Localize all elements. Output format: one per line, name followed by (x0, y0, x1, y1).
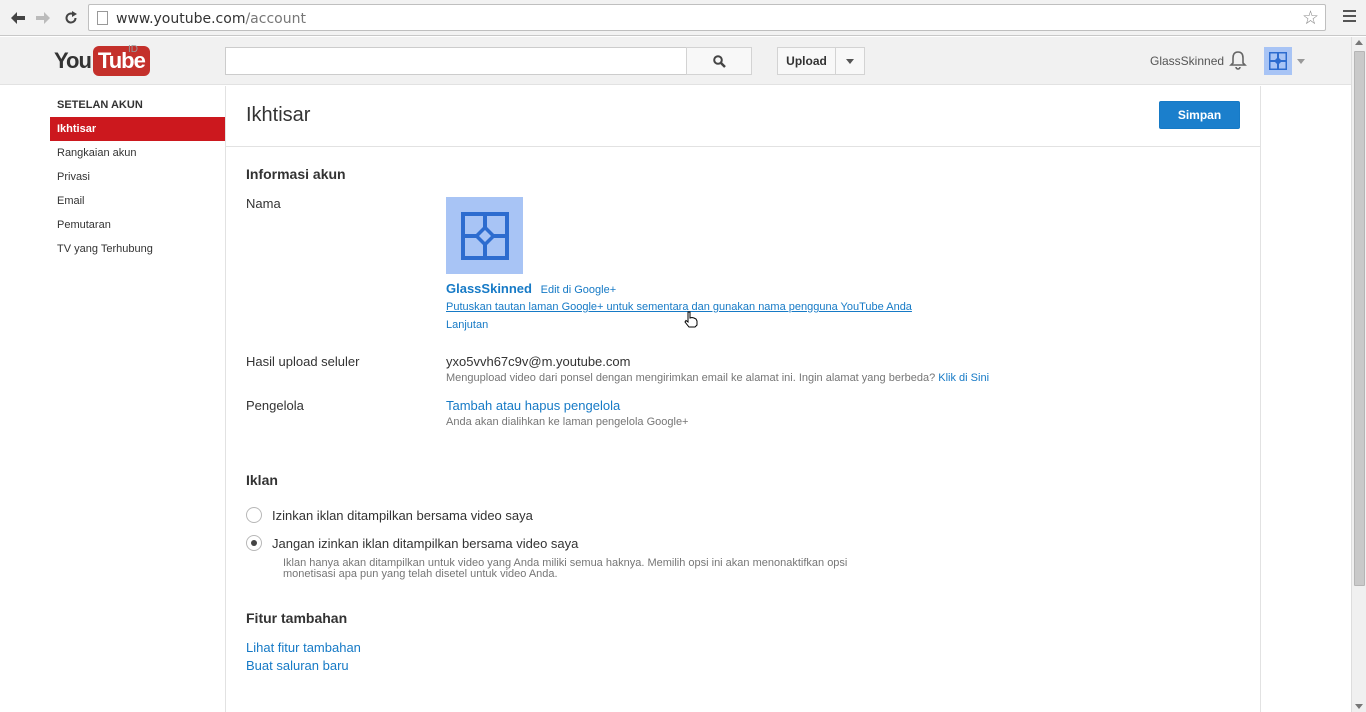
save-button[interactable]: Simpan (1159, 101, 1240, 129)
sidebar-item-connected-tv[interactable]: TV yang Terhubung (50, 237, 225, 261)
name-row: GlassSkinned Edit di Google+ (446, 281, 616, 296)
deny-ads-radio[interactable] (246, 535, 262, 551)
deny-ads-label[interactable]: Jangan izinkan iklan ditampilkan bersama… (272, 536, 578, 551)
click-here-link[interactable]: Klik di Sini (938, 372, 989, 384)
back-icon[interactable] (8, 8, 28, 28)
unlink-google-plus-link[interactable]: Putuskan tautan laman Google+ untuk seme… (446, 301, 912, 313)
browser-menu-icon[interactable] (1343, 10, 1356, 25)
account-menu-chevron-icon[interactable] (1297, 59, 1305, 64)
browser-toolbar: www.youtube.com/account ☆ (0, 0, 1366, 36)
mobile-upload-email: yxo5vvh67c9v@m.youtube.com (446, 354, 631, 369)
account-avatar-button[interactable] (1264, 47, 1292, 75)
name-label: Nama (246, 196, 281, 211)
search-input[interactable] (225, 47, 687, 75)
main-header: Ikhtisar Simpan (226, 86, 1260, 147)
extra-features-heading: Fitur tambahan (246, 610, 348, 626)
chevron-down-icon (846, 58, 854, 64)
page-scrollbar[interactable] (1351, 37, 1366, 712)
sidebar-heading: SETELAN AKUN (57, 99, 143, 111)
page-title: Ikhtisar (246, 104, 311, 126)
country-code: ID (128, 44, 138, 55)
sidebar-item-email[interactable]: Email (50, 189, 225, 213)
deny-ads-note: Iklan hanya akan ditampilkan untuk video… (283, 557, 848, 580)
account-avatar (446, 197, 523, 274)
allow-ads-label[interactable]: Izinkan iklan ditampilkan bersama video … (272, 508, 533, 523)
username-label[interactable]: GlassSkinned (1150, 54, 1224, 68)
bookmark-star-icon[interactable]: ☆ (1302, 7, 1319, 30)
edit-on-google-plus-link[interactable]: Edit di Google+ (541, 284, 617, 296)
search-icon (712, 54, 726, 68)
reload-icon[interactable] (61, 8, 81, 28)
search-button[interactable] (686, 47, 752, 75)
account-info-heading: Informasi akun (246, 166, 346, 182)
sidebar-item-connected-accounts[interactable]: Rangkaian akun (50, 141, 225, 165)
youtube-logo[interactable]: You Tube ID (54, 44, 150, 77)
advanced-link[interactable]: Lanjutan (446, 319, 488, 331)
hand-cursor-icon (684, 311, 698, 331)
upload-button[interactable]: Upload (777, 47, 836, 75)
notification-bell-icon[interactable] (1229, 50, 1247, 73)
sidebar-item-privacy[interactable]: Privasi (50, 165, 225, 189)
scrollbar-thumb[interactable] (1354, 51, 1365, 586)
main-content: Ikhtisar Simpan Informasi akun Nama Glas… (225, 86, 1261, 712)
scroll-up-icon[interactable] (1355, 40, 1363, 45)
mobile-upload-note: Mengupload video dari ponsel dengan meng… (446, 372, 990, 384)
scroll-down-icon[interactable] (1355, 704, 1363, 709)
address-bar[interactable]: www.youtube.com/account ☆ (88, 4, 1326, 31)
upload-dropdown-button[interactable] (835, 47, 865, 75)
managers-label: Pengelola (246, 398, 304, 413)
ads-heading: Iklan (246, 472, 278, 488)
mobile-upload-label: Hasil upload seluler (246, 354, 360, 369)
view-extra-features-link[interactable]: Lihat fitur tambahan (246, 640, 361, 655)
display-name-link[interactable]: GlassSkinned (446, 281, 532, 296)
url-text: www.youtube.com/account (116, 11, 306, 27)
create-channel-link[interactable]: Buat saluran baru (246, 658, 349, 673)
forward-icon[interactable] (33, 8, 53, 28)
settings-sidebar: SETELAN AKUN Ikhtisar Rangkaian akun Pri… (50, 86, 225, 261)
site-header: You Tube ID Upload GlassSkinned (0, 37, 1351, 85)
sidebar-item-overview[interactable]: Ikhtisar (50, 117, 225, 141)
page-icon (97, 11, 108, 25)
allow-ads-radio[interactable] (246, 507, 262, 523)
avatar-icon (460, 211, 509, 260)
sidebar-item-playback[interactable]: Pemutaran (50, 213, 225, 237)
managers-note: Anda akan dialihkan ke laman pengelola G… (446, 416, 689, 428)
manage-managers-link[interactable]: Tambah atau hapus pengelola (446, 398, 620, 413)
avatar-icon (1269, 52, 1287, 70)
